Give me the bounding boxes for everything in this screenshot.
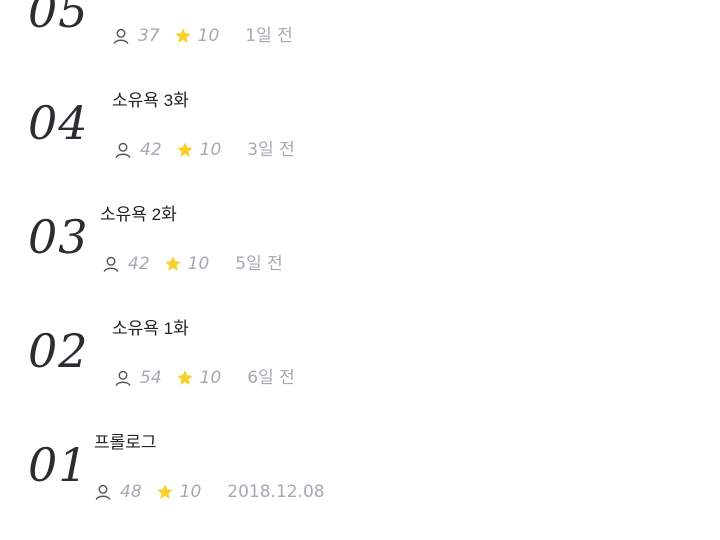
view-count: 48 [120,481,142,502]
episode-number: 04 [28,96,89,150]
episode-date: 5일 전 [235,253,283,274]
star-icon [176,370,193,385]
episode-title: 프롤로그 [94,433,157,452]
episode-item[interactable]: 05 37 10 1일 전 [0,0,720,56]
view-count: 37 [138,25,160,46]
episode-date: 6일 전 [247,367,295,388]
episode-meta: 48 10 2018.12.08 [94,483,325,501]
episode-date: 3일 전 [247,139,295,160]
episode-number: 01 [28,438,89,492]
episode-date: 1일 전 [245,25,293,46]
episode-title: 소유욕 1화 [112,319,189,338]
episode-meta: 42 10 5일 전 [102,255,283,273]
episode-number: 02 [28,324,89,378]
user-icon [115,142,131,158]
rating: 10 [179,481,202,502]
episode-item[interactable]: 03 소유욕 2화 42 10 5일 전 [0,170,720,284]
episode-item[interactable]: 01 프롤로그 48 10 2018.12.08 [0,398,720,512]
user-icon [95,484,111,500]
user-icon [113,28,129,44]
user-icon [115,370,131,386]
rating: 10 [197,25,220,46]
episode-item[interactable]: 04 소유욕 3화 42 10 3일 전 [0,56,720,170]
view-count: 42 [140,139,162,160]
view-count: 54 [140,367,162,388]
star-icon [156,484,173,499]
episode-number: 05 [28,0,89,38]
rating: 10 [199,367,222,388]
star-icon [164,256,181,271]
episode-title: 소유욕 2화 [100,205,177,224]
episode-number: 03 [28,210,89,264]
episode-meta: 37 10 1일 전 [112,27,293,45]
rating: 10 [199,139,222,160]
episode-title: 소유욕 3화 [112,91,189,110]
episode-meta: 42 10 3일 전 [114,141,295,159]
view-count: 42 [128,253,150,274]
rating: 10 [187,253,210,274]
episode-date: 2018.12.08 [227,481,325,502]
episode-meta: 54 10 6일 전 [114,369,295,387]
episode-list: 05 37 10 1일 전 04 소유욕 3화 42 10 3일 전 03 소유… [0,0,720,540]
user-icon [103,256,119,272]
star-icon [176,142,193,157]
episode-item[interactable]: 02 소유욕 1화 54 10 6일 전 [0,284,720,398]
star-icon [174,28,191,43]
